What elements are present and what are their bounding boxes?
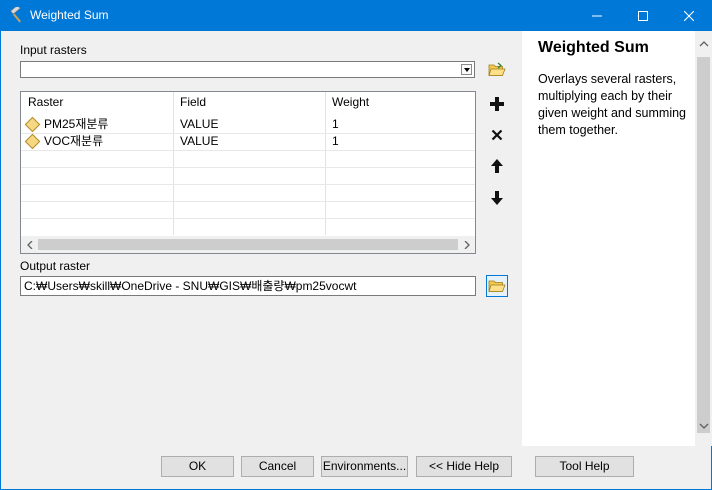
scroll-right-icon[interactable] (458, 239, 475, 250)
ok-button[interactable]: OK (161, 456, 234, 477)
weight-cell[interactable]: 1 (332, 133, 339, 150)
browse-output-button[interactable] (486, 275, 508, 297)
remove-raster-button[interactable] (486, 124, 508, 146)
add-icon (490, 97, 504, 111)
column-header-raster[interactable]: Raster (21, 92, 174, 113)
help-panel: Weighted Sum Overlays several rasters, m… (522, 31, 695, 446)
row-divider (21, 184, 475, 185)
raster-layer-icon (24, 116, 41, 133)
help-description: Overlays several rasters, multiplying ea… (538, 72, 686, 137)
hide-help-button[interactable]: << Hide Help (416, 456, 512, 477)
cancel-button[interactable]: Cancel (241, 456, 314, 477)
help-title: Weighted Sum (538, 39, 649, 56)
raster-cell: VOC재분류 (44, 134, 104, 148)
rasters-table[interactable]: Raster Field Weight PM25재분류 VALUE 1 VOC재… (20, 91, 476, 254)
output-raster-label: Output raster (20, 259, 91, 273)
browse-input-button[interactable] (486, 59, 508, 81)
column-header-weight[interactable]: Weight (325, 92, 475, 113)
folder-open-icon (488, 280, 506, 292)
output-raster-field[interactable]: C:₩Users₩skill₩OneDrive - SNU₩GIS₩배출량₩pm… (20, 276, 476, 296)
table-row[interactable]: PM25재분류 VALUE 1 (21, 116, 475, 133)
environments-button[interactable]: Environments... (321, 456, 408, 477)
row-divider (21, 150, 475, 151)
chevron-down-icon[interactable] (461, 64, 472, 75)
delete-icon (491, 129, 503, 141)
row-divider (21, 201, 475, 202)
minimize-button[interactable] (574, 0, 620, 31)
maximize-icon (638, 10, 648, 21)
close-button[interactable] (666, 0, 712, 31)
maximize-button[interactable] (620, 0, 666, 31)
minimize-icon (592, 15, 602, 16)
input-rasters-dropdown[interactable] (20, 61, 475, 78)
field-cell: VALUE (180, 117, 219, 131)
hammer-icon (10, 7, 21, 23)
title-bar: Weighted Sum (0, 0, 712, 31)
move-down-button[interactable] (486, 187, 508, 209)
move-up-button[interactable] (486, 155, 508, 177)
add-raster-button[interactable] (486, 93, 508, 115)
scroll-down-icon[interactable] (695, 417, 712, 434)
column-divider (173, 92, 174, 235)
output-raster-value: C:₩Users₩skill₩OneDrive - SNU₩GIS₩배출량₩pm… (24, 279, 357, 293)
scroll-left-icon[interactable] (21, 239, 38, 250)
help-vertical-scrollbar[interactable] (695, 31, 712, 446)
column-header-field[interactable]: Field (173, 92, 326, 113)
field-cell: VALUE (180, 134, 219, 148)
close-icon (684, 10, 694, 21)
window-title: Weighted Sum (30, 8, 109, 22)
window-frame-left (0, 31, 1, 490)
weight-cell[interactable]: 1 (332, 116, 339, 133)
folder-open-icon (488, 62, 506, 76)
row-divider (21, 218, 475, 219)
raster-cell: PM25재분류 (44, 117, 109, 131)
row-divider (21, 167, 475, 168)
raster-layer-icon (24, 133, 41, 150)
input-rasters-label: Input rasters (20, 43, 87, 57)
move-down-icon (491, 191, 503, 205)
table-row[interactable]: VOC재분류 VALUE 1 (21, 133, 475, 150)
scroll-up-icon[interactable] (695, 35, 712, 52)
scrollbar-thumb[interactable] (697, 57, 710, 433)
tool-help-button[interactable]: Tool Help (535, 456, 634, 477)
scrollbar-thumb[interactable] (38, 239, 458, 250)
move-up-icon (491, 159, 503, 173)
horizontal-scrollbar[interactable] (21, 236, 475, 253)
column-divider (325, 92, 326, 235)
